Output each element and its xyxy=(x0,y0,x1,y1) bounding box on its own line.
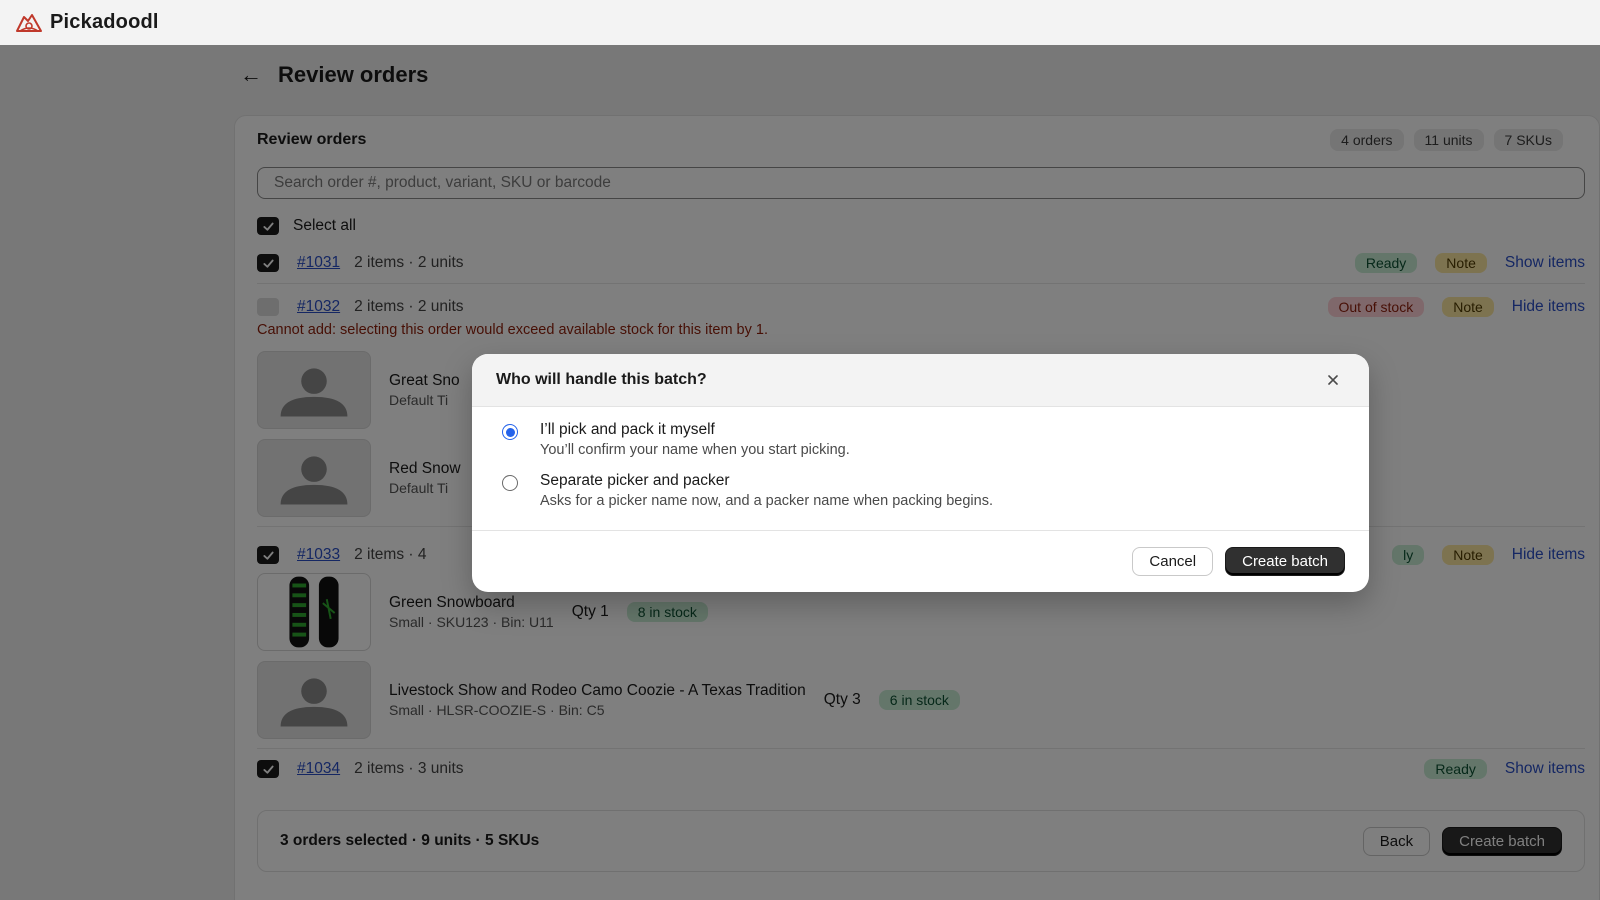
option-help: You’ll confirm your name when you start … xyxy=(540,442,850,458)
modal-body: I’ll pick and pack it myself You’ll conf… xyxy=(472,407,1369,531)
option-self-pick-pack[interactable]: I’ll pick and pack it myself You’ll conf… xyxy=(502,421,1345,458)
modal-header: Who will handle this batch? xyxy=(472,354,1369,407)
close-icon[interactable] xyxy=(1321,368,1345,392)
batch-handler-dialog: Who will handle this batch? I’ll pick an… xyxy=(472,354,1369,592)
cancel-button[interactable]: Cancel xyxy=(1132,547,1214,576)
modal-footer: Cancel Create batch xyxy=(472,531,1369,592)
option-text: I’ll pick and pack it myself You’ll conf… xyxy=(540,421,850,458)
option-label: Separate picker and packer xyxy=(540,472,730,489)
option-separate-picker-packer[interactable]: Separate picker and packer Asks for a pi… xyxy=(502,472,1345,509)
modal-title: Who will handle this batch? xyxy=(496,371,707,388)
modal-create-batch-button[interactable]: Create batch xyxy=(1225,547,1345,576)
radio-separate-picker-packer[interactable] xyxy=(502,475,518,491)
option-label: I’ll pick and pack it myself xyxy=(540,421,715,438)
brand-name: Pickadoodl xyxy=(50,11,159,33)
brand-logo-icon xyxy=(14,11,44,35)
radio-self-pick-pack[interactable] xyxy=(502,424,518,440)
option-text: Separate picker and packer Asks for a pi… xyxy=(540,472,993,509)
option-help: Asks for a picker name now, and a packer… xyxy=(540,493,993,509)
app-header: Pickadoodl xyxy=(0,0,1600,45)
